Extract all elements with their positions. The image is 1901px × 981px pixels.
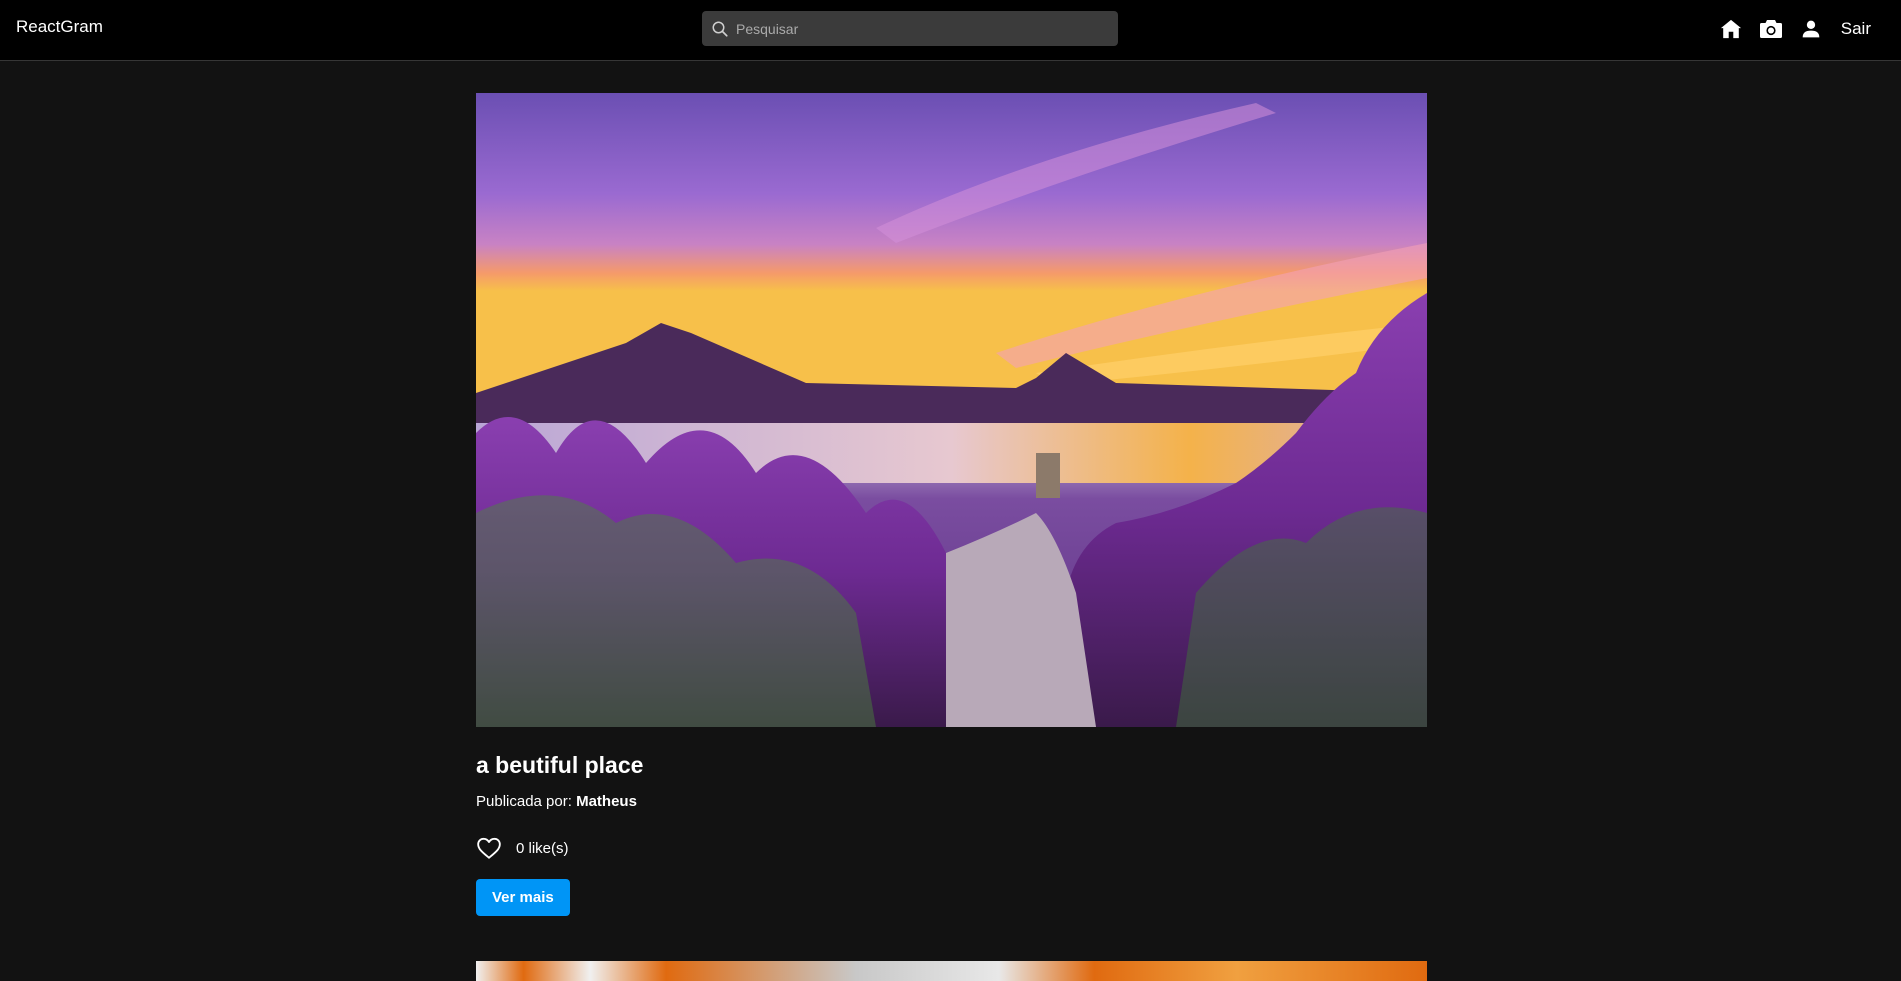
navbar: ReactGram Sair <box>0 0 1901 61</box>
next-post-photo[interactable] <box>476 961 1427 981</box>
search-box[interactable] <box>702 11 1118 46</box>
landscape-illustration <box>476 93 1427 727</box>
user-icon[interactable] <box>1799 17 1823 41</box>
see-more-button[interactable]: Ver mais <box>476 879 570 916</box>
home-icon[interactable] <box>1719 17 1743 41</box>
heart-icon[interactable] <box>476 835 502 861</box>
post-title: a beutiful place <box>476 752 644 778</box>
nav-links: Sair <box>1719 14 1871 44</box>
published-by-label: Publicada por: <box>476 793 572 810</box>
photo-feed: a beutiful place Publicada por: Matheus … <box>476 93 1427 916</box>
likes-row: 0 like(s) <box>476 835 1427 861</box>
search-input[interactable] <box>736 20 1106 37</box>
camera-icon[interactable] <box>1759 17 1783 41</box>
brand-link[interactable]: ReactGram <box>16 17 103 37</box>
post-photo[interactable] <box>476 93 1427 727</box>
logout-link[interactable]: Sair <box>1841 19 1871 39</box>
like-count: 0 like(s) <box>516 839 569 857</box>
post-author-line: Publicada por: Matheus <box>476 793 1427 810</box>
search-icon <box>710 19 730 39</box>
author-name: Matheus <box>576 793 637 810</box>
